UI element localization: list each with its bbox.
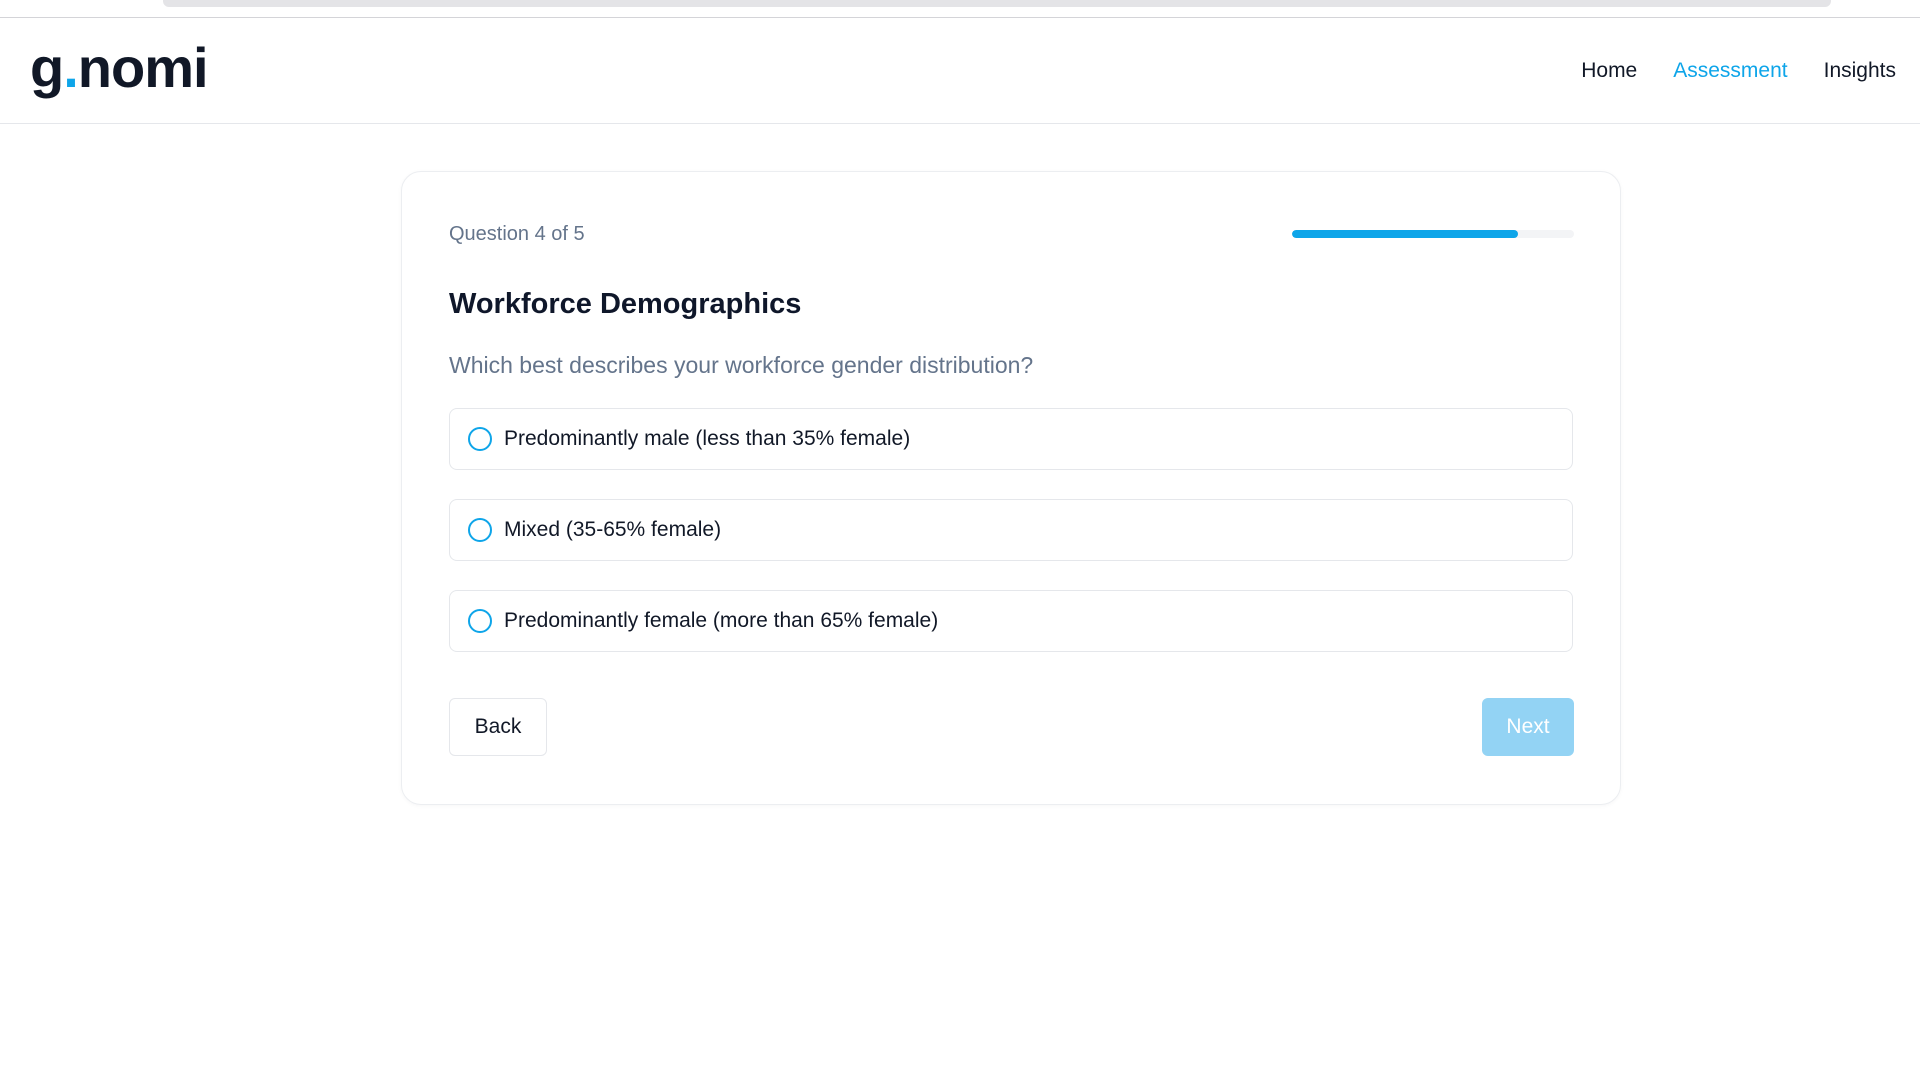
answer-option-predominantly-female[interactable]: Predominantly female (more than 65% fema… [449,590,1573,652]
back-button[interactable]: Back [449,698,547,756]
horizontal-scrollbar[interactable] [163,0,1831,7]
progress-bar [1292,230,1574,238]
question-text: Which best describes your workforce gend… [449,352,1034,378]
logo-text-right: nomi [77,36,209,99]
nav-link-home[interactable]: Home [1581,58,1637,84]
logo-text-left: g [30,36,64,99]
nav-link-assessment[interactable]: Assessment [1673,58,1787,84]
main-nav: Home Assessment Insights [1581,58,1896,84]
assessment-card: Question 4 of 5 Workforce Demographics W… [401,171,1621,805]
radio-unchecked-icon[interactable] [468,518,492,542]
answer-option-label: Mixed (35-65% female) [504,518,722,541]
top-navbar: g.nomi Home Assessment Insights [0,18,1920,124]
question-counter: Question 4 of 5 [449,223,585,245]
section-title: Workforce Demographics [449,288,802,320]
next-button[interactable]: Next [1482,698,1574,756]
answer-option-mixed[interactable]: Mixed (35-65% female) [449,499,1573,561]
progress-bar-fill [1292,230,1518,238]
radio-unchecked-icon[interactable] [468,427,492,451]
browser-scroll-region [0,0,1920,18]
answer-option-label: Predominantly male (less than 35% female… [504,427,911,450]
logo-dot: . [63,36,79,99]
nav-link-insights[interactable]: Insights [1824,58,1896,84]
gnomi-logo[interactable]: g.nomi [30,36,209,99]
answer-options: Predominantly male (less than 35% female… [449,408,1573,681]
radio-unchecked-icon[interactable] [468,609,492,633]
answer-option-predominantly-male[interactable]: Predominantly male (less than 35% female… [449,408,1573,470]
answer-option-label: Predominantly female (more than 65% fema… [504,609,939,632]
